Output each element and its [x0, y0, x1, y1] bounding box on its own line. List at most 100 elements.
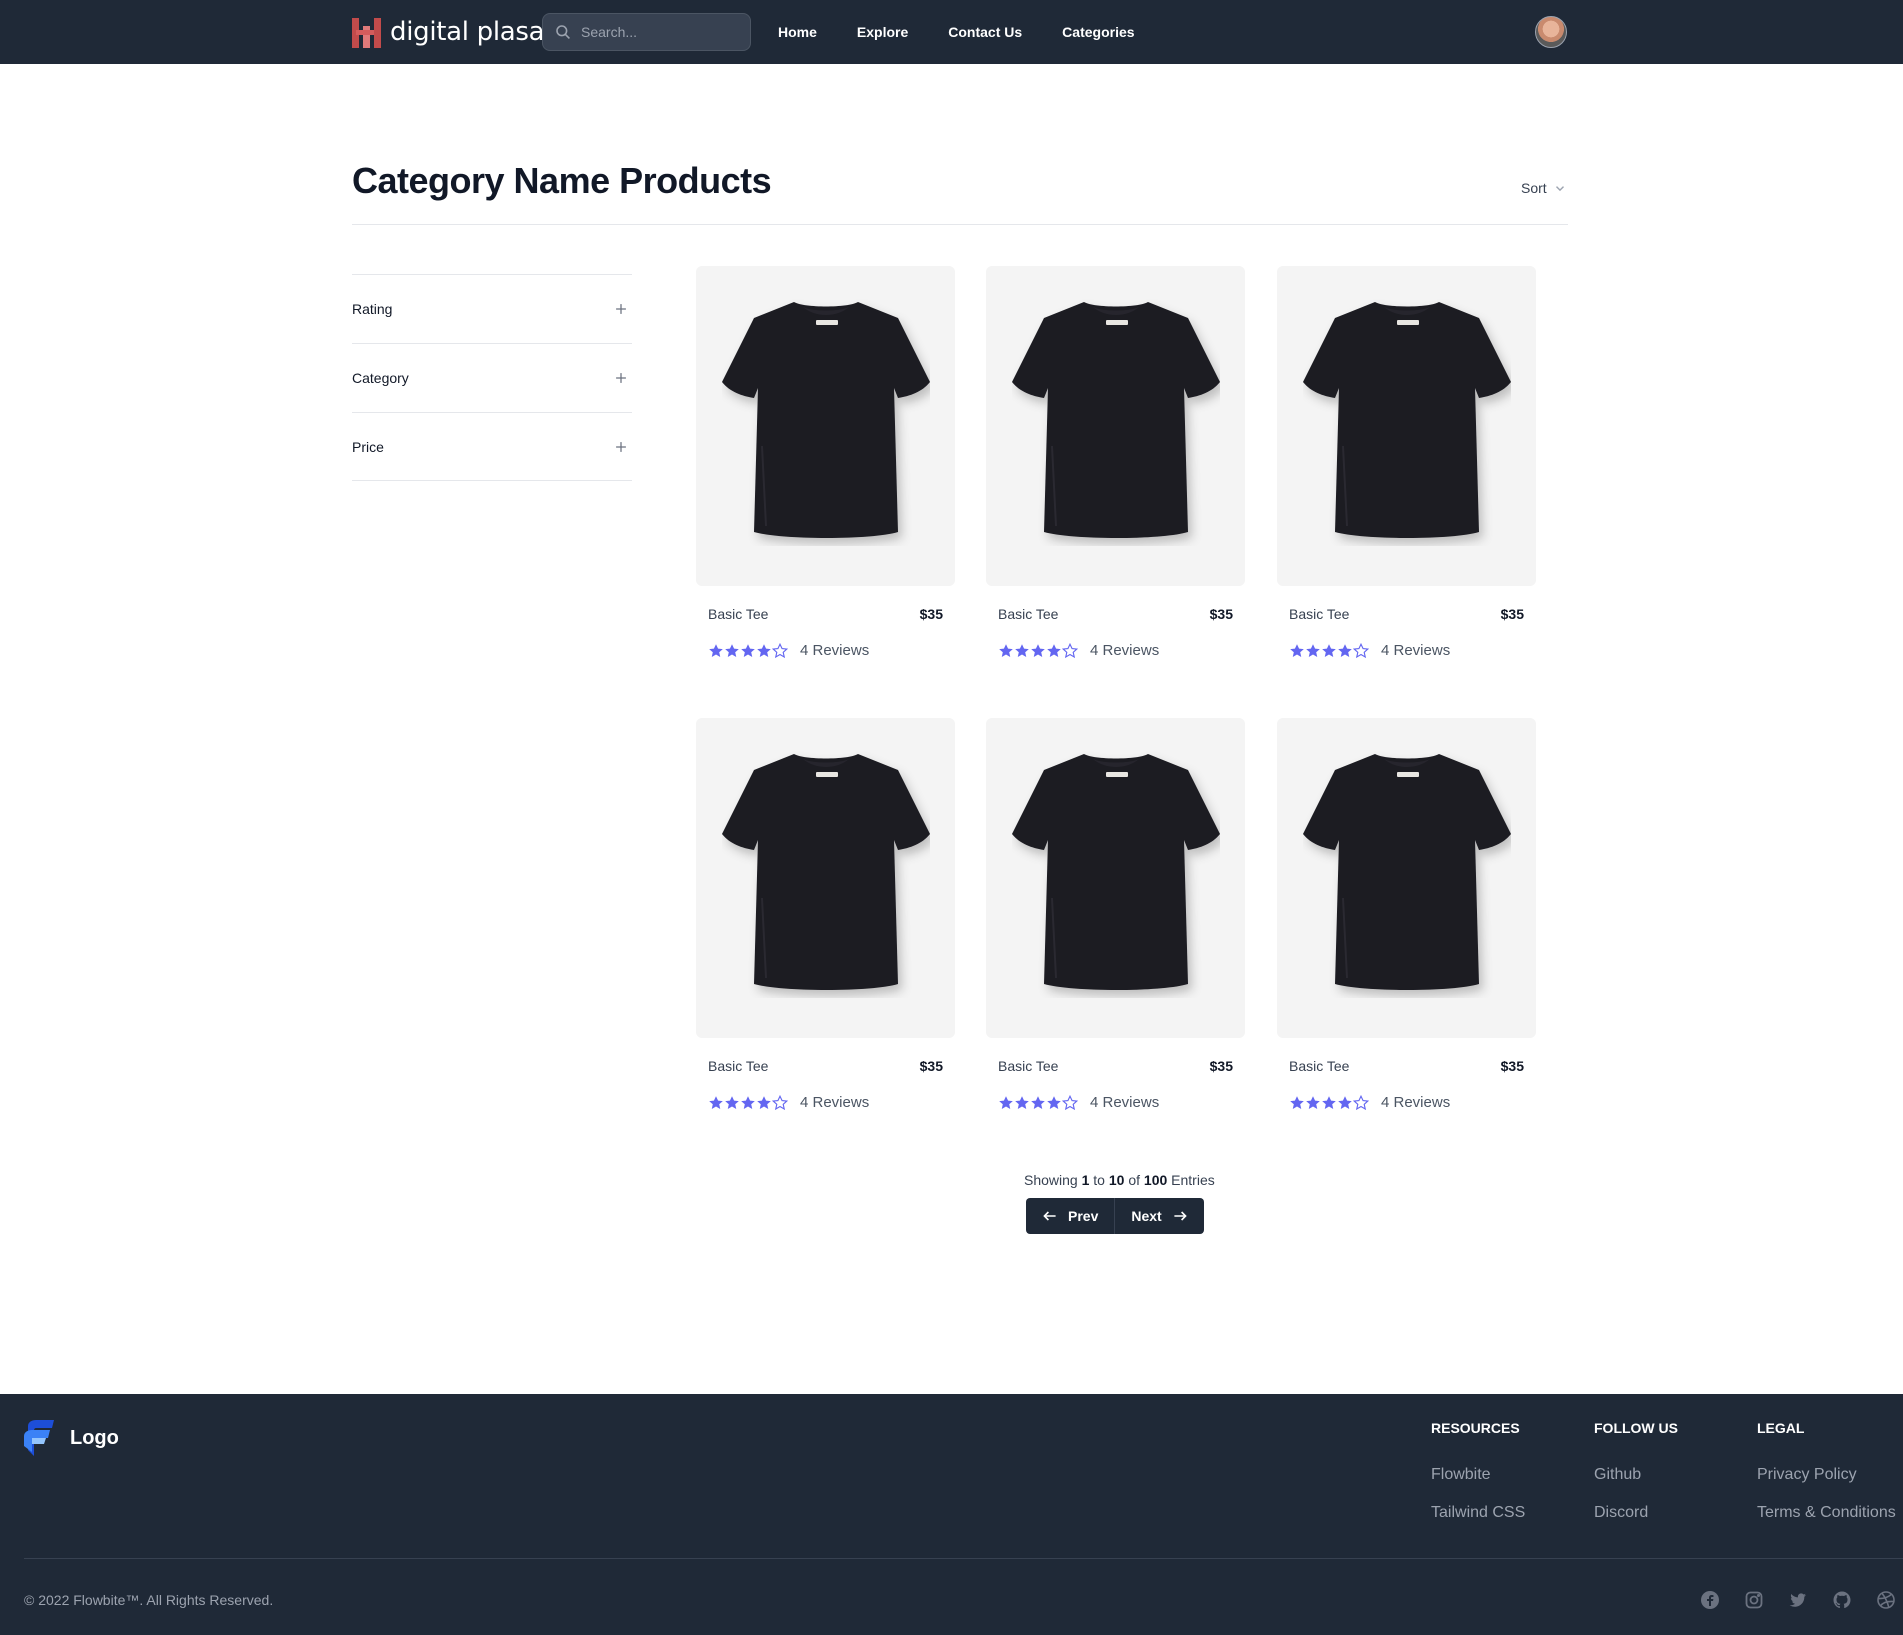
- header-divider: [352, 224, 1568, 225]
- product-name[interactable]: Basic Tee: [998, 1058, 1058, 1074]
- star-filled-icon: [999, 1095, 1013, 1109]
- review-count[interactable]: 4 Reviews: [1381, 1094, 1450, 1111]
- product-card[interactable]: Basic Tee $35 4 Reviews: [696, 266, 955, 659]
- star-filled-icon: [757, 643, 771, 657]
- tshirt-image: [722, 754, 930, 990]
- star-empty-icon: [1353, 1094, 1369, 1110]
- star-filled-icon: [1322, 643, 1336, 657]
- twitter-icon: [1789, 1593, 1806, 1607]
- pagination-controls: Prev Next: [1026, 1198, 1204, 1234]
- product-price: $35: [919, 606, 943, 622]
- footer-divider: [24, 1558, 1903, 1559]
- footer-link-flowbite[interactable]: Flowbite: [1431, 1466, 1525, 1484]
- product-name[interactable]: Basic Tee: [1289, 606, 1349, 622]
- footer-column-resources: Resources Flowbite Tailwind CSS: [1431, 1420, 1525, 1522]
- search-box[interactable]: [542, 13, 751, 51]
- product-card[interactable]: Basic Tee $35 4 Reviews: [986, 718, 1245, 1111]
- filter-category[interactable]: Category: [352, 343, 632, 412]
- arrow-left-icon: [1043, 1211, 1056, 1221]
- product-rating: 4 Reviews: [696, 642, 955, 659]
- review-count[interactable]: 4 Reviews: [800, 1094, 869, 1111]
- user-avatar[interactable]: [1535, 16, 1567, 48]
- product-card[interactable]: Basic Tee $35 4 Reviews: [696, 718, 955, 1111]
- search-input[interactable]: [581, 24, 741, 40]
- github-icon: [1833, 1591, 1851, 1609]
- footer-logo-text: Logo: [70, 1426, 119, 1449]
- footer-link-terms[interactable]: Terms & Conditions: [1757, 1504, 1896, 1522]
- star-empty-icon: [772, 642, 788, 658]
- nav-link-home[interactable]: Home: [778, 24, 817, 40]
- footer-column-legal: Legal Privacy Policy Terms & Conditions: [1757, 1420, 1896, 1522]
- sort-dropdown[interactable]: Sort: [1521, 180, 1567, 196]
- star-filled-icon: [757, 1095, 771, 1109]
- facebook-link[interactable]: [1700, 1590, 1720, 1610]
- next-label: Next: [1131, 1208, 1162, 1224]
- footer-link-discord[interactable]: Discord: [1594, 1504, 1678, 1522]
- github-link[interactable]: [1832, 1590, 1852, 1610]
- plus-icon: [616, 373, 626, 383]
- product-name[interactable]: Basic Tee: [1289, 1058, 1349, 1074]
- product-name[interactable]: Basic Tee: [708, 1058, 768, 1074]
- product-image[interactable]: [1277, 266, 1536, 586]
- footer-link-privacy[interactable]: Privacy Policy: [1757, 1466, 1896, 1484]
- review-count[interactable]: 4 Reviews: [1090, 642, 1159, 659]
- review-count[interactable]: 4 Reviews: [800, 642, 869, 659]
- tshirt-image: [1012, 754, 1220, 990]
- product-card[interactable]: Basic Tee $35 4 Reviews: [1277, 266, 1536, 659]
- review-count[interactable]: 4 Reviews: [1381, 642, 1450, 659]
- product-card[interactable]: Basic Tee $35 4 Reviews: [1277, 718, 1536, 1111]
- star-filled-icon: [1322, 1095, 1336, 1109]
- product-price: $35: [1500, 1058, 1524, 1074]
- product-info-row: Basic Tee $35: [1277, 1058, 1536, 1074]
- star-filled-icon: [1290, 1095, 1304, 1109]
- star-filled-icon: [1306, 643, 1320, 657]
- filter-label: Price: [352, 438, 384, 455]
- footer-logo[interactable]: Logo: [24, 1420, 119, 1456]
- star-empty-icon: [772, 1094, 788, 1110]
- plus-icon: [616, 304, 626, 314]
- product-name[interactable]: Basic Tee: [708, 606, 768, 622]
- instagram-link[interactable]: [1744, 1590, 1764, 1610]
- product-image[interactable]: [1277, 718, 1536, 1038]
- prev-button[interactable]: Prev: [1026, 1198, 1116, 1234]
- next-button[interactable]: Next: [1115, 1198, 1204, 1234]
- product-info-row: Basic Tee $35: [696, 1058, 955, 1074]
- product-card[interactable]: Basic Tee $35 4 Reviews: [986, 266, 1245, 659]
- nav-link-explore[interactable]: Explore: [857, 24, 908, 40]
- product-image[interactable]: [986, 266, 1245, 586]
- twitter-link[interactable]: [1788, 1590, 1808, 1610]
- brand-name: digital plasa: [390, 17, 545, 47]
- star-rating: [998, 1094, 1078, 1111]
- footer-link-tailwind[interactable]: Tailwind CSS: [1431, 1504, 1525, 1522]
- star-filled-icon: [725, 643, 739, 657]
- product-name[interactable]: Basic Tee: [998, 606, 1058, 622]
- brand-logo[interactable]: digital plasa: [352, 14, 545, 50]
- sort-label: Sort: [1521, 180, 1547, 196]
- footer-link-github[interactable]: Github: [1594, 1466, 1678, 1484]
- showing-prefix: Showing: [1024, 1172, 1078, 1188]
- product-image[interactable]: [696, 718, 955, 1038]
- nav-link-categories[interactable]: Categories: [1062, 24, 1134, 40]
- product-image[interactable]: [986, 718, 1245, 1038]
- product-image[interactable]: [696, 266, 955, 586]
- pagination-summary: Showing 1 to 10 of 100 Entries: [1024, 1172, 1215, 1188]
- footer-column-title: Resources: [1431, 1420, 1520, 1436]
- filter-price[interactable]: Price: [352, 412, 632, 481]
- plus-icon: [616, 441, 626, 452]
- main-nav: Home Explore Contact Us Categories: [778, 0, 1175, 64]
- brand-mark-icon: [352, 16, 384, 48]
- star-empty-icon: [1353, 642, 1369, 658]
- review-count[interactable]: 4 Reviews: [1090, 1094, 1159, 1111]
- chevron-down-icon: [1555, 186, 1564, 192]
- star-filled-icon: [1015, 643, 1029, 657]
- of-word: of: [1128, 1172, 1141, 1188]
- dribbble-link[interactable]: [1876, 1590, 1896, 1610]
- star-filled-icon: [709, 1095, 723, 1109]
- star-filled-icon: [1306, 1095, 1320, 1109]
- star-filled-icon: [709, 643, 723, 657]
- star-filled-icon: [1015, 1095, 1029, 1109]
- nav-link-contact-us[interactable]: Contact Us: [948, 24, 1022, 40]
- star-filled-icon: [1047, 643, 1061, 657]
- filter-rating[interactable]: Rating: [352, 274, 632, 343]
- range-end: 10: [1108, 1172, 1125, 1188]
